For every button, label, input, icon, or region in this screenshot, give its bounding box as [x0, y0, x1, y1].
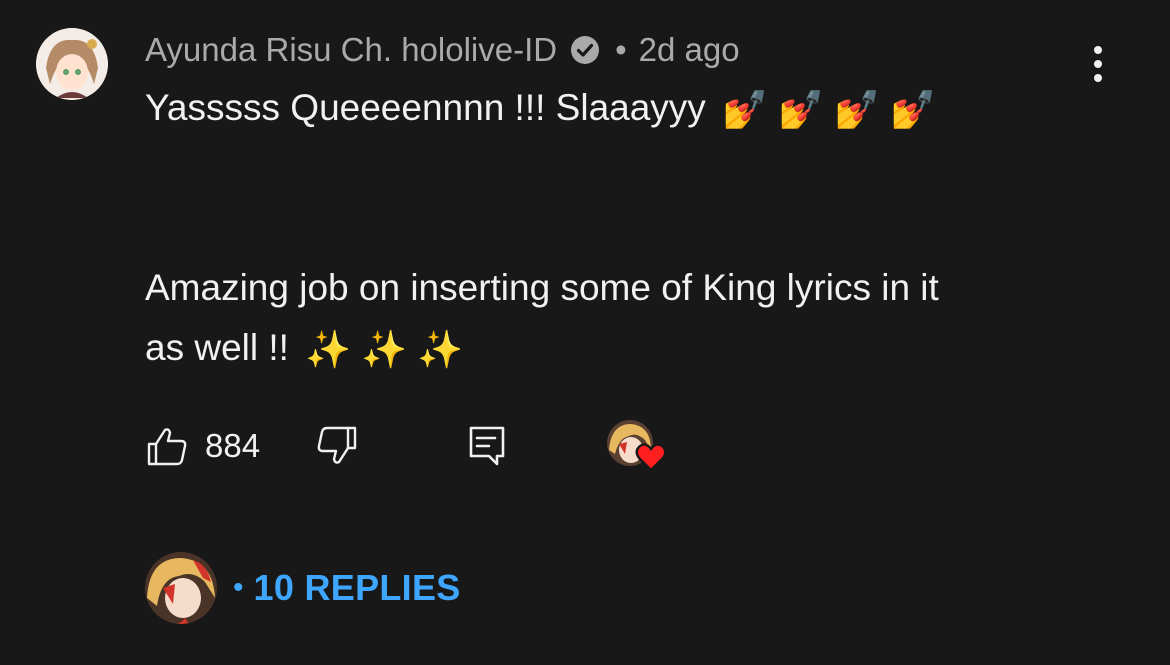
sparkles-icon: ✨ — [361, 329, 408, 371]
author-name[interactable]: Ayunda Risu Ch. hololive-ID — [145, 31, 557, 69]
sparkles-emojis: ✨ ✨ ✨ — [305, 320, 473, 380]
like-count: 884 — [205, 427, 261, 464]
comment-line-text: Amazing job on inserting some of King ly… — [145, 267, 939, 308]
replies-bullet: • — [233, 571, 244, 604]
heart-icon — [635, 442, 667, 472]
comment-time[interactable]: 2d ago — [639, 31, 740, 69]
reply-author-avatar — [145, 552, 217, 624]
thumbs-down-icon[interactable] — [315, 426, 359, 466]
comment-header: Ayunda Risu Ch. hololive-ID • 2d ago — [145, 28, 740, 72]
creator-heart-badge[interactable] — [607, 420, 669, 476]
verified-check-icon — [569, 34, 601, 66]
sparkles-icon: ✨ — [305, 329, 352, 371]
thumbs-up-icon[interactable] — [145, 426, 189, 466]
comment-line-text: Yasssss Queeeennnn !!! Slaaayyy — [145, 87, 706, 128]
comment-text-line-3: Amazing job on inserting some of King ly… — [145, 258, 1135, 318]
comment-actions: 884 — [145, 420, 705, 472]
nail-polish-emojis: 💅 💅 💅 💅 — [722, 80, 946, 140]
replies-label[interactable]: 10 REPLIES — [254, 567, 461, 609]
comment-line-text: as well !! — [145, 327, 289, 368]
reply-comment-icon[interactable] — [467, 424, 507, 468]
comment-text-line-4: as well !! ✨ ✨ ✨ — [145, 318, 1135, 380]
sparkles-icon: ✨ — [417, 329, 464, 371]
commenter-avatar[interactable] — [36, 28, 108, 100]
nail-polish-icon: 💅 — [722, 89, 769, 131]
replies-toggle[interactable]: • 10 REPLIES — [145, 552, 461, 624]
nail-polish-icon: 💅 — [890, 89, 937, 131]
comment-text-line-1: Yasssss Queeeennnn !!! Slaaayyy 💅 💅 💅 💅 — [145, 78, 1135, 140]
nail-polish-icon: 💅 — [834, 89, 881, 131]
nail-polish-icon: 💅 — [778, 89, 825, 131]
header-separator: • — [615, 31, 627, 68]
